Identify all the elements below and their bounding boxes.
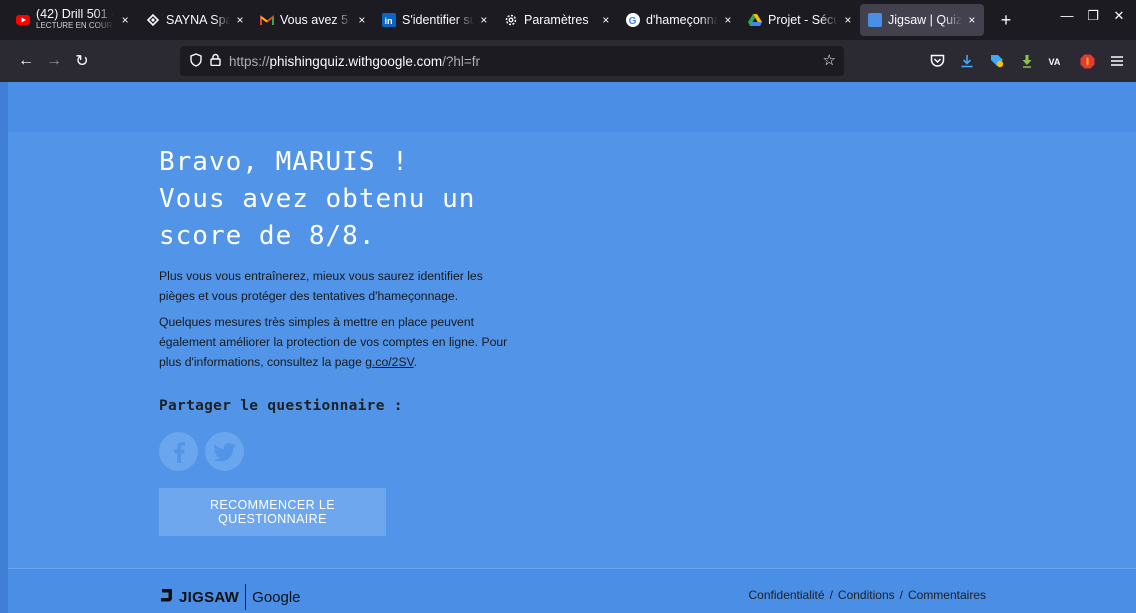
twitter-icon — [213, 442, 235, 461]
feedback-link[interactable]: Commentaires — [908, 588, 986, 602]
bookmark-star-icon[interactable]: ☆ — [823, 51, 836, 69]
google-wordmark: Google — [252, 588, 301, 606]
tab-title: (42) Drill 501 - — [36, 9, 115, 21]
sayna-icon — [146, 13, 160, 27]
youtube-icon — [16, 13, 30, 27]
menu-hamburger-icon[interactable] — [1108, 52, 1126, 70]
tab-settings[interactable]: Paramètres × — [496, 4, 618, 36]
svg-text:in: in — [385, 16, 393, 26]
footer-links: Confidentialité / Conditions / Commentai… — [749, 588, 986, 602]
pocket-icon[interactable] — [928, 52, 946, 70]
results-content: Bravo, MARUIS ! Vous avez obtenu un scor… — [159, 144, 519, 471]
headline-line-3: score de 8/8. — [159, 221, 376, 251]
download-helper-icon[interactable] — [1018, 52, 1036, 70]
share-title: Partager le questionnaire : — [159, 398, 403, 414]
jigsaw-wordmark: JIGSAW — [179, 588, 240, 606]
tab-title: Vous avez 5 nouv — [280, 13, 352, 27]
twitter-share-button[interactable] — [205, 432, 244, 471]
jigsaw-favicon-icon — [868, 13, 882, 27]
forward-arrow-icon[interactable]: → — [40, 52, 68, 70]
tab-title: Projet - Sécurité — [768, 13, 838, 27]
footer-separator: / — [829, 588, 833, 602]
jigsaw-google-logo[interactable]: JIGSAW Google — [159, 584, 301, 610]
reload-icon[interactable]: ↻ — [68, 51, 96, 71]
results-headline: Bravo, MARUIS ! Vous avez obtenu un scor… — [159, 144, 519, 255]
close-tab-icon[interactable]: × — [118, 13, 132, 27]
tab-strip: (42) Drill 501 - LECTURE EN COURS × SAYN… — [0, 0, 1136, 40]
tab-sayna[interactable]: SAYNA Space × — [138, 4, 252, 36]
share-buttons — [159, 432, 519, 471]
logo-divider — [245, 584, 247, 610]
linkedin-icon: in — [382, 13, 396, 27]
tab-title: Jigsaw | Quiz — [888, 13, 962, 27]
extension-tag-icon[interactable] — [988, 52, 1006, 70]
headline-line-1: Bravo, MARUIS ! — [159, 147, 409, 177]
shield-icon[interactable] — [190, 52, 202, 70]
url-path: /?hl=fr — [442, 53, 481, 69]
terms-link[interactable]: Conditions — [838, 588, 895, 602]
restart-quiz-button[interactable]: RECOMMENCER LE QUESTIONNAIRE — [159, 488, 386, 536]
close-tab-icon[interactable]: × — [600, 13, 612, 27]
page-left-edge — [0, 82, 8, 613]
close-tab-icon[interactable]: × — [966, 13, 978, 27]
gmail-icon — [260, 13, 274, 27]
new-tab-button[interactable]: + — [996, 10, 1016, 31]
facebook-icon — [173, 441, 185, 463]
lock-icon[interactable] — [210, 53, 221, 69]
tab-subtitle: LECTURE EN COURS — [36, 21, 115, 30]
back-arrow-icon[interactable]: ← — [12, 52, 40, 70]
tab-title: Paramètres — [524, 13, 589, 27]
restore-icon[interactable]: ❐ — [1080, 8, 1106, 24]
gear-icon — [504, 13, 518, 27]
minimize-icon[interactable]: — — [1054, 8, 1080, 24]
tab-linkedin[interactable]: in S'identifier sur × — [374, 4, 496, 36]
security-paragraph-end: . — [413, 355, 417, 369]
page-footer: JIGSAW Google Confidentialité / Conditio… — [8, 568, 1136, 613]
tab-title: SAYNA Space — [166, 13, 230, 27]
security-paragraph: Quelques mesures très simples à mettre e… — [159, 312, 519, 372]
tab-title: d'hameçonnage — [646, 13, 718, 27]
privacy-link[interactable]: Confidentialité — [749, 588, 825, 602]
window-controls: — ❐ ✕ — [1054, 8, 1132, 24]
headline-line-2: Vous avez obtenu un — [159, 184, 476, 214]
tab-gmail[interactable]: Vous avez 5 nouv × — [252, 4, 374, 36]
practice-paragraph: Plus vous vous entraînerez, mieux vous s… — [159, 269, 483, 303]
svg-text:VA: VA — [1049, 57, 1061, 67]
tab-youtube[interactable]: (42) Drill 501 - LECTURE EN COURS × — [8, 4, 138, 36]
footer-separator: / — [899, 588, 903, 602]
jigsaw-logo-icon — [159, 587, 175, 608]
url-host: phishingquiz.withgoogle.com — [269, 53, 443, 69]
facebook-share-button[interactable] — [159, 432, 198, 471]
va-extension-icon[interactable]: VA — [1046, 52, 1064, 70]
close-tab-icon[interactable]: × — [722, 13, 734, 27]
close-tab-icon[interactable]: × — [234, 13, 246, 27]
url-bar[interactable]: https://phishingquiz.withgoogle.com/?hl=… — [180, 46, 844, 76]
svg-text:G: G — [629, 16, 637, 27]
adblock-icon[interactable] — [1078, 52, 1096, 70]
drive-icon — [748, 13, 762, 27]
close-tab-icon[interactable]: × — [478, 13, 490, 27]
tab-drive[interactable]: Projet - Sécurité × — [740, 4, 860, 36]
tab-jigsaw-quiz[interactable]: Jigsaw | Quiz × — [860, 4, 984, 36]
page-header-band — [8, 82, 1136, 132]
tab-title: S'identifier sur — [402, 13, 474, 27]
downloads-icon[interactable] — [958, 52, 976, 70]
url-scheme: https:// — [229, 53, 270, 69]
two-step-verification-link[interactable]: g.co/2SV — [365, 355, 413, 369]
close-window-icon[interactable]: ✕ — [1106, 8, 1132, 24]
tab-google-search[interactable]: G d'hameçonnage × — [618, 4, 740, 36]
nav-bar: ← → ↻ https://phishingquiz.withgoogle.co… — [0, 40, 1136, 82]
security-paragraph-text: Quelques mesures très simples à mettre e… — [159, 315, 508, 369]
close-tab-icon[interactable]: × — [356, 13, 368, 27]
close-tab-icon[interactable]: × — [842, 13, 854, 27]
google-icon: G — [626, 13, 640, 27]
quiz-results-page: Bravo, MARUIS ! Vous avez obtenu un scor… — [0, 82, 1136, 613]
